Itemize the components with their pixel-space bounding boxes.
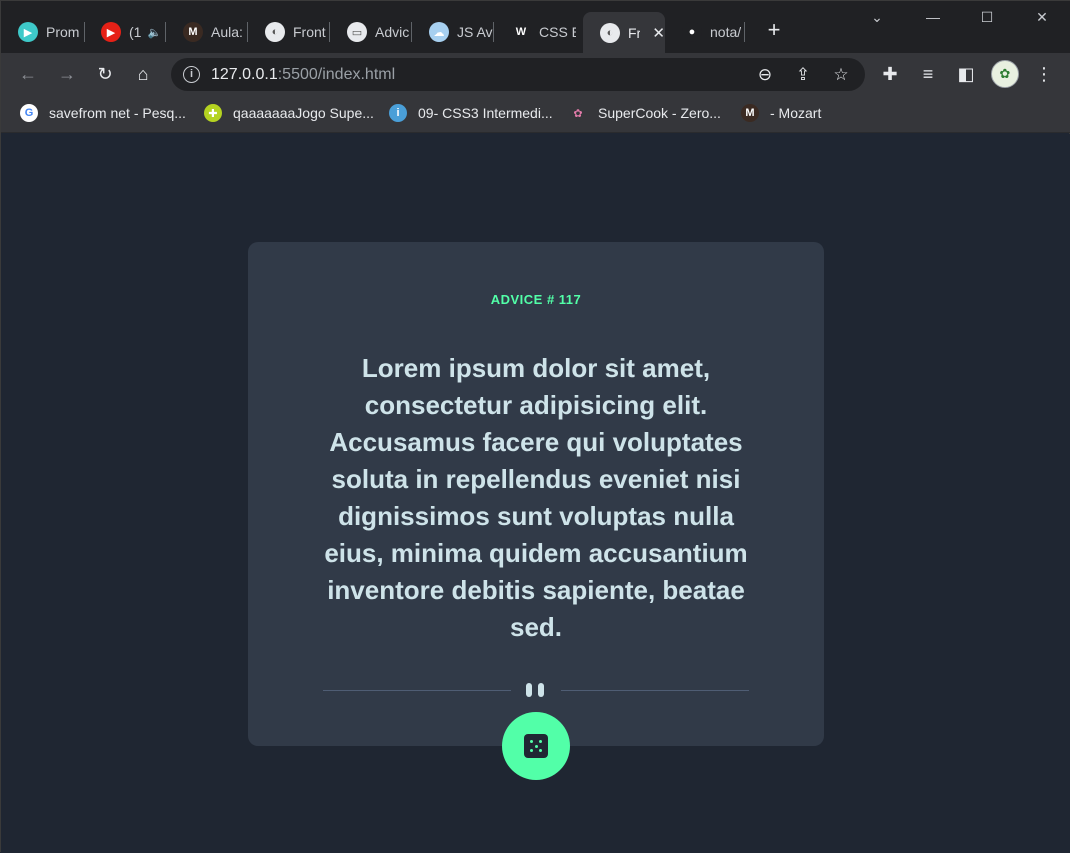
bookmark-item[interactable]: Gsavefrom net - Pesq... [20, 104, 186, 122]
browser-window: ▶ Prom ▶ (1 🔈 M Aula: ◐ Front ▭ Advic ☁ JS Av W CSS E ◐… [0, 0, 1070, 853]
tab-favicon-icon: ◐ [600, 22, 620, 43]
side-panel-icon[interactable]: ◧ [954, 62, 978, 86]
tab-favicon-icon: ▶ [18, 22, 38, 42]
share-icon[interactable]: ⇪ [791, 63, 815, 87]
pause-icon [526, 683, 546, 697]
advice-quote: Lorem ipsum dolor sit amet, consectetur … [324, 353, 748, 642]
tab-title: (1 [129, 24, 142, 40]
bookmark-item[interactable]: ✿ SuperCook - Zero... [569, 104, 721, 122]
bookmark-item[interactable]: ✚ qaaaaaaaJogo Supe... [204, 104, 374, 122]
url-host: 127.0.0.1 [211, 66, 278, 83]
tab-title: nota/ [710, 24, 742, 40]
zoom-icon[interactable]: ⊖ [753, 63, 777, 87]
new-advice-button[interactable] [502, 712, 570, 780]
plant-icon: ✿ [569, 104, 587, 122]
tab-close-icon[interactable]: ✕ [652, 24, 665, 42]
bookmark-item[interactable]: M - Mozart [741, 104, 821, 122]
minimize-icon[interactable]: — [923, 9, 943, 25]
bookmark-label: 09- CSS3 Intermedi... [418, 105, 553, 121]
tab-favicon-icon: ◐ [265, 22, 285, 42]
menu-kebab-icon[interactable]: ⋮ [1032, 62, 1056, 86]
tab-favicon-icon: M [183, 22, 203, 42]
browser-tab[interactable]: ◐ Fr ✕ [583, 12, 665, 53]
game-icon: ✚ [204, 104, 222, 122]
divider-right [561, 690, 749, 691]
new-tab-button[interactable]: + [761, 17, 787, 43]
profile-avatar[interactable]: ✿ [991, 60, 1019, 88]
tab-title: Aula: [211, 24, 243, 40]
extensions-icon[interactable]: ✚ [878, 62, 902, 86]
browser-tab[interactable]: M Aula: [166, 14, 248, 50]
media-control-icon[interactable]: ≡ [916, 62, 940, 86]
home-icon[interactable]: ⌂ [131, 62, 155, 86]
tab-search-icon[interactable]: ⌄ [867, 9, 887, 26]
tab-strip: ▶ Prom ▶ (1 🔈 M Aula: ◐ Front ▭ Advic ☁ JS Av W CSS E ◐… [1, 1, 1070, 53]
browser-tab[interactable]: ▭ Advic [330, 14, 412, 50]
browser-tab[interactable]: ☁ JS Av [412, 14, 494, 50]
site-info-icon[interactable]: i [183, 66, 200, 83]
tab-title: JS Av [457, 24, 493, 40]
divider-left [323, 690, 511, 691]
tab-title: Prom [46, 24, 80, 40]
url-text[interactable]: 127.0.0.1:5500/index.html [211, 66, 395, 84]
page-viewport: ADVICE # 117 Lorem ipsum dolor sit amet,… [1, 134, 1070, 853]
bookmark-label: SuperCook - Zero... [598, 105, 721, 121]
bookmarks-bar: Gsavefrom net - Pesq... ✚ qaaaaaaaJogo Sup… [1, 95, 1070, 133]
mozart-icon: M [741, 104, 759, 122]
tab-favicon-icon: ▭ [347, 22, 367, 42]
tab-title: Advic [375, 24, 410, 40]
tab-favicon-icon: ▶ [101, 22, 121, 42]
window-close-icon[interactable]: ✕ [1032, 9, 1052, 26]
tab-title: CSS E [539, 24, 576, 40]
tab-title: Front [293, 24, 326, 40]
reload-icon[interactable]: ↻ [93, 62, 117, 86]
advice-card: ADVICE # 117 Lorem ipsum dolor sit amet,… [248, 242, 824, 780]
browser-toolbar: ← → ↻ ⌂ i 127.0.0.1:5500/index.html ⊖ ⇪ … [1, 53, 1070, 95]
dice-icon [524, 734, 548, 758]
bookmark-label: - Mozart [770, 105, 822, 121]
maximize-icon[interactable]: ☐ [977, 9, 997, 26]
tab-favicon-icon: W [511, 22, 531, 42]
bookmark-item[interactable]: i 09- CSS3 Intermedi... [389, 104, 553, 122]
bookmark-label: savefrom net - Pesq... [49, 105, 186, 121]
browser-tab[interactable]: ◐ Front [248, 14, 330, 50]
tab-title: Fr [628, 24, 641, 41]
browser-tab[interactable]: ▶ Prom [1, 14, 85, 50]
tab-favicon-icon: ☁ [429, 22, 449, 42]
speaker-icon[interactable]: 🔈 [147, 26, 161, 39]
back-icon[interactable]: ← [16, 62, 40, 86]
tab-favicon-icon: ● [682, 22, 702, 42]
browser-tab[interactable]: ▶ (1 🔈 [84, 14, 166, 50]
address-bar[interactable]: i 127.0.0.1:5500/index.html ⊖ ⇪ ☆ [171, 58, 865, 91]
browser-tab[interactable]: ● nota/ [665, 14, 745, 50]
advice-id: ADVICE # 117 [490, 292, 582, 307]
tab-separator [744, 22, 745, 42]
bookmark-star-icon[interactable]: ☆ [829, 63, 853, 87]
info-icon: i [389, 104, 407, 122]
browser-tab[interactable]: W CSS E [494, 14, 576, 50]
url-path: :5500/index.html [277, 66, 396, 83]
google-icon: G [20, 104, 38, 122]
bookmark-label: qaaaaaaaJogo Supe... [233, 105, 374, 121]
forward-icon[interactable]: → [55, 62, 79, 86]
